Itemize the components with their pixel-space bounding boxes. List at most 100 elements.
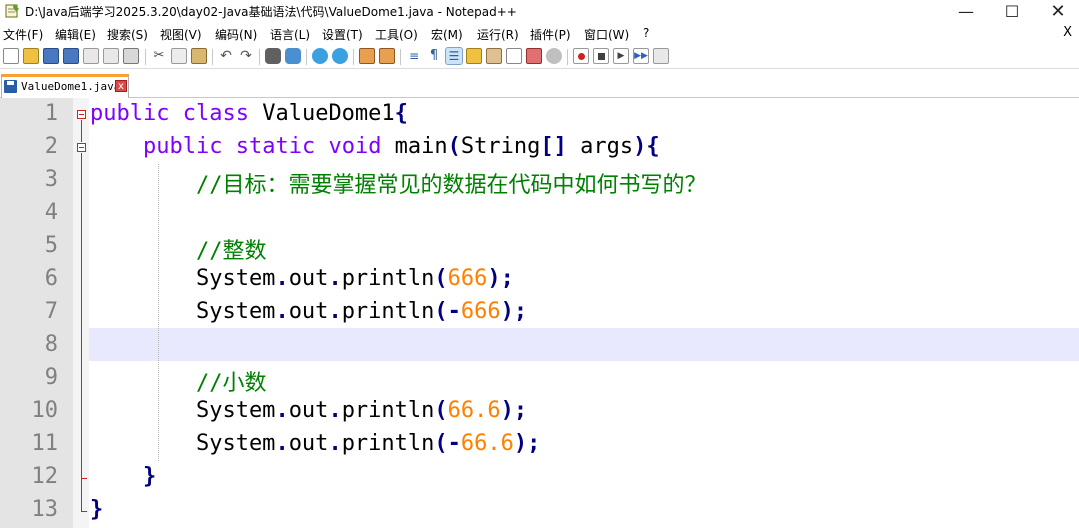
show-all-chars-icon[interactable]: ¶ xyxy=(426,48,442,64)
code-editor[interactable]: 1 public class ValueDome1{2 public static… xyxy=(0,98,1079,528)
find-icon[interactable] xyxy=(265,48,281,64)
close-document-button[interactable]: X xyxy=(1063,25,1072,40)
menu-file[interactable]: 文件(F) xyxy=(3,26,43,43)
code-line[interactable]: 9 //小数 xyxy=(0,362,1079,397)
minimize-icon: — xyxy=(958,1,974,21)
sync-horizontal-icon[interactable] xyxy=(379,48,395,64)
code-line[interactable]: 7 System.out.println(-666); xyxy=(0,296,1079,329)
minimize-button[interactable]: — xyxy=(943,0,989,22)
code-line[interactable]: 3 //目标：需要掌握常见的数据在代码中如何书写的？ xyxy=(0,164,1079,198)
code-token: out xyxy=(288,431,329,456)
udl-icon[interactable] xyxy=(466,48,482,64)
menu-view[interactable]: 视图(V) xyxy=(160,26,202,43)
code-token: 66.6 xyxy=(460,431,514,456)
code-text: //小数 xyxy=(90,365,267,397)
close-all-icon[interactable] xyxy=(103,48,119,64)
undo-icon[interactable]: ↶ xyxy=(218,48,234,64)
redo-icon[interactable]: ↷ xyxy=(238,48,254,64)
new-file-icon[interactable] xyxy=(3,48,19,64)
menu-macro[interactable]: 宏(M) xyxy=(431,26,463,43)
menu-encoding[interactable]: 编码(N) xyxy=(215,26,257,43)
run-macro-multiple-icon[interactable]: ▶▶ xyxy=(633,48,649,64)
code-token: . xyxy=(275,398,289,423)
code-token: main xyxy=(381,134,448,159)
code-token: println xyxy=(341,398,435,423)
code-line[interactable]: 6 System.out.println(666); xyxy=(0,263,1079,296)
replace-icon[interactable] xyxy=(285,48,301,64)
window-title: D:\Java后端学习2025.3.20\day02-Java基础语法\代码\V… xyxy=(25,5,517,19)
sync-vertical-icon[interactable] xyxy=(359,48,375,64)
open-file-icon[interactable] xyxy=(23,48,39,64)
code-token: . xyxy=(328,398,342,423)
menu-tools[interactable]: 工具(O) xyxy=(375,26,418,43)
code-line[interactable]: 12 } xyxy=(0,461,1079,494)
code-line[interactable]: 2 public static void main(String[] args)… xyxy=(0,131,1079,164)
menu-language[interactable]: 语言(L) xyxy=(270,26,310,43)
code-text: System.out.println(666); xyxy=(90,266,514,291)
monitoring-icon[interactable] xyxy=(546,48,562,64)
copy-icon[interactable] xyxy=(171,48,187,64)
menu-help[interactable]: ? xyxy=(643,26,649,40)
code-token: . xyxy=(275,266,289,291)
menu-window[interactable]: 窗口(W) xyxy=(584,26,629,43)
menu-search[interactable]: 搜索(S) xyxy=(107,26,148,43)
print-icon[interactable] xyxy=(123,48,139,64)
code-line[interactable]: 5 //整数 xyxy=(0,230,1079,264)
paste-icon[interactable] xyxy=(191,48,207,64)
folder-workspace-icon[interactable] xyxy=(526,48,542,64)
code-token: { xyxy=(394,101,408,126)
toolbar-separator xyxy=(306,49,307,65)
toolbar-separator xyxy=(259,49,260,65)
toolbar: ✂ ↶ ↷ ≡ ¶ ☰ ▶ ▶▶ xyxy=(0,45,1079,69)
zoom-out-icon[interactable] xyxy=(332,48,348,64)
code-text: System.out.println(-66.6); xyxy=(90,431,540,456)
menu-edit[interactable]: 编辑(E) xyxy=(55,26,96,43)
menu-settings[interactable]: 设置(T) xyxy=(322,26,363,43)
function-list-icon[interactable] xyxy=(506,48,522,64)
code-line[interactable]: 11 System.out.println(-66.6); xyxy=(0,428,1079,461)
code-line[interactable]: 8 xyxy=(0,329,1079,362)
code-token: ); xyxy=(487,266,514,291)
menu-run[interactable]: 运行(R) xyxy=(477,26,519,43)
save-all-icon[interactable] xyxy=(63,48,79,64)
code-line[interactable]: 4 xyxy=(0,197,1079,230)
cut-icon[interactable]: ✂ xyxy=(151,48,167,64)
stop-macro-icon[interactable] xyxy=(593,48,609,64)
code-token: ValueDome1 xyxy=(248,101,395,126)
maximize-button[interactable]: ☐ xyxy=(989,0,1035,22)
menu-plugins[interactable]: 插件(P) xyxy=(530,26,571,43)
code-line[interactable]: 10 System.out.println(66.6); xyxy=(0,395,1079,428)
code-token: ); xyxy=(500,299,528,324)
toolbar-separator xyxy=(400,49,401,65)
record-macro-icon[interactable] xyxy=(573,48,589,64)
code-text: } xyxy=(90,497,103,522)
zoom-in-icon[interactable] xyxy=(312,48,328,64)
word-wrap-icon[interactable]: ≡ xyxy=(406,48,422,64)
code-line[interactable]: 13} xyxy=(0,494,1079,527)
code-token: ){ xyxy=(633,134,660,159)
code-token: ( xyxy=(434,398,448,423)
line-number: 5 xyxy=(44,233,58,258)
tab-valuedome1-java[interactable]: ValueDome1.java x xyxy=(1,74,129,98)
save-icon[interactable] xyxy=(43,48,59,64)
close-icon[interactable] xyxy=(83,48,99,64)
line-number: 8 xyxy=(44,332,58,357)
indent-guide-icon[interactable]: ☰ xyxy=(445,47,463,65)
code-token: System xyxy=(90,398,276,423)
code-token: out xyxy=(288,398,329,423)
code-line[interactable]: 1 public class ValueDome1{ xyxy=(0,98,1079,131)
line-number: 2 xyxy=(44,134,58,159)
code-token: . xyxy=(328,431,342,456)
close-window-button[interactable]: ✕ xyxy=(1035,0,1079,22)
code-token: //整数 xyxy=(195,239,267,264)
code-text: public static void main(String[] args){ xyxy=(90,134,660,159)
tab-close-icon[interactable]: x xyxy=(115,80,127,92)
save-macro-icon[interactable] xyxy=(653,48,669,64)
doc-map-icon[interactable] xyxy=(486,48,502,64)
play-macro-icon[interactable]: ▶ xyxy=(613,48,629,64)
